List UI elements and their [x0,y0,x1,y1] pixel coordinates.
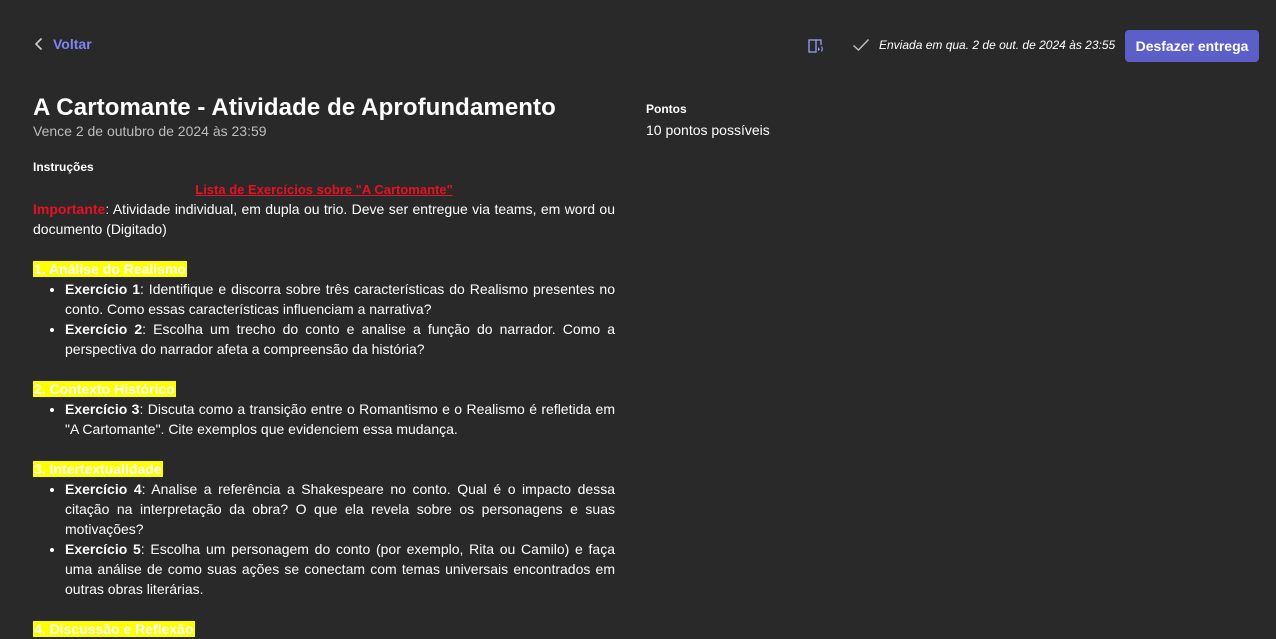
exercise-label: Exercício 5 [65,541,141,557]
points-label: Pontos [646,102,687,116]
page-title: A Cartomante - Atividade de Aprofundamen… [33,94,556,121]
exercise-text: : Analise a referência a Shakespeare no … [65,481,616,537]
list-item: Exercício 2: Escolha um trecho do conto … [65,319,615,359]
exercise-text: : Escolha um trecho do conto e analise a… [65,321,616,357]
exercise-text: : Identifique e discorra sobre três cara… [65,281,615,317]
section-discussion: 4. Discussão e Reflexão [33,619,615,639]
due-date: Vence 2 de outubro de 2024 às 23:59 [33,123,267,139]
exercise-list: Exercício 3: Discuta como a transição en… [33,399,615,439]
list-item: Exercício 5: Escolha um personagem do co… [65,539,615,599]
section-heading: 3. Intertextualidade [33,461,163,477]
immersive-reader-icon [808,39,823,53]
instructions-content: Lista de Exercícios sobre "A Cartomante"… [33,181,615,639]
list-item: Exercício 1: Identifique e discorra sobr… [65,279,615,319]
assignment-details: A Cartomante - Atividade de Aprofundamen… [33,92,615,639]
top-bar: Voltar Enviada em qua. 2 de out. de 2024… [0,0,1276,92]
list-item: Exercício 3: Discuta como a transição en… [65,399,615,439]
exercise-list-title: Lista de Exercícios sobre "A Cartomante" [195,182,453,197]
exercise-label: Exercício 4 [65,481,142,497]
exercise-label: Exercício 1 [65,281,140,297]
important-note: Importante: Atividade individual, em dup… [33,199,615,239]
exercise-label: Exercício 2 [65,321,143,337]
exercise-text: : Discuta como a transição entre o Roman… [65,401,615,437]
section-intertextuality: 3. Intertextualidade Exercício 4: Analis… [33,459,615,599]
immersive-reader-button[interactable] [806,36,826,56]
list-item: Exercício 4: Analise a referência a Shak… [65,479,615,539]
exercise-text: : Escolha um personagem do conto (por ex… [65,541,615,597]
points-panel: Pontos 10 pontos possíveis [646,101,770,140]
section-heading: 2. Contexto Histórico [33,381,176,397]
important-label: Importante [33,201,106,217]
checkmark-icon [852,38,870,52]
section-realism: 1. Análise do Realismo Exercício 1: Iden… [33,259,615,359]
exercise-list: Exercício 4: Analise a referência a Shak… [33,479,615,599]
back-label: Voltar [53,36,92,52]
important-text: : Atividade individual, em dupla ou trio… [33,201,615,237]
points-value: 10 pontos possíveis [646,122,770,138]
back-button[interactable]: Voltar [34,36,92,52]
submission-status: Enviada em qua. 2 de out. de 2024 às 23:… [852,38,1115,52]
exercise-list: Exercício 1: Identifique e discorra sobr… [33,279,615,359]
instructions-label: Instruções [33,160,94,174]
section-heading: 1. Análise do Realismo [33,261,187,277]
section-heading: 4. Discussão e Reflexão [33,621,195,637]
submission-status-text: Enviada em qua. 2 de out. de 2024 às 23:… [879,38,1116,52]
undo-submission-button[interactable]: Desfazer entrega [1125,30,1259,62]
section-historical-context: 2. Contexto Histórico Exercício 3: Discu… [33,379,615,439]
exercise-label: Exercício 3 [65,401,140,417]
chevron-left-icon [34,37,43,51]
